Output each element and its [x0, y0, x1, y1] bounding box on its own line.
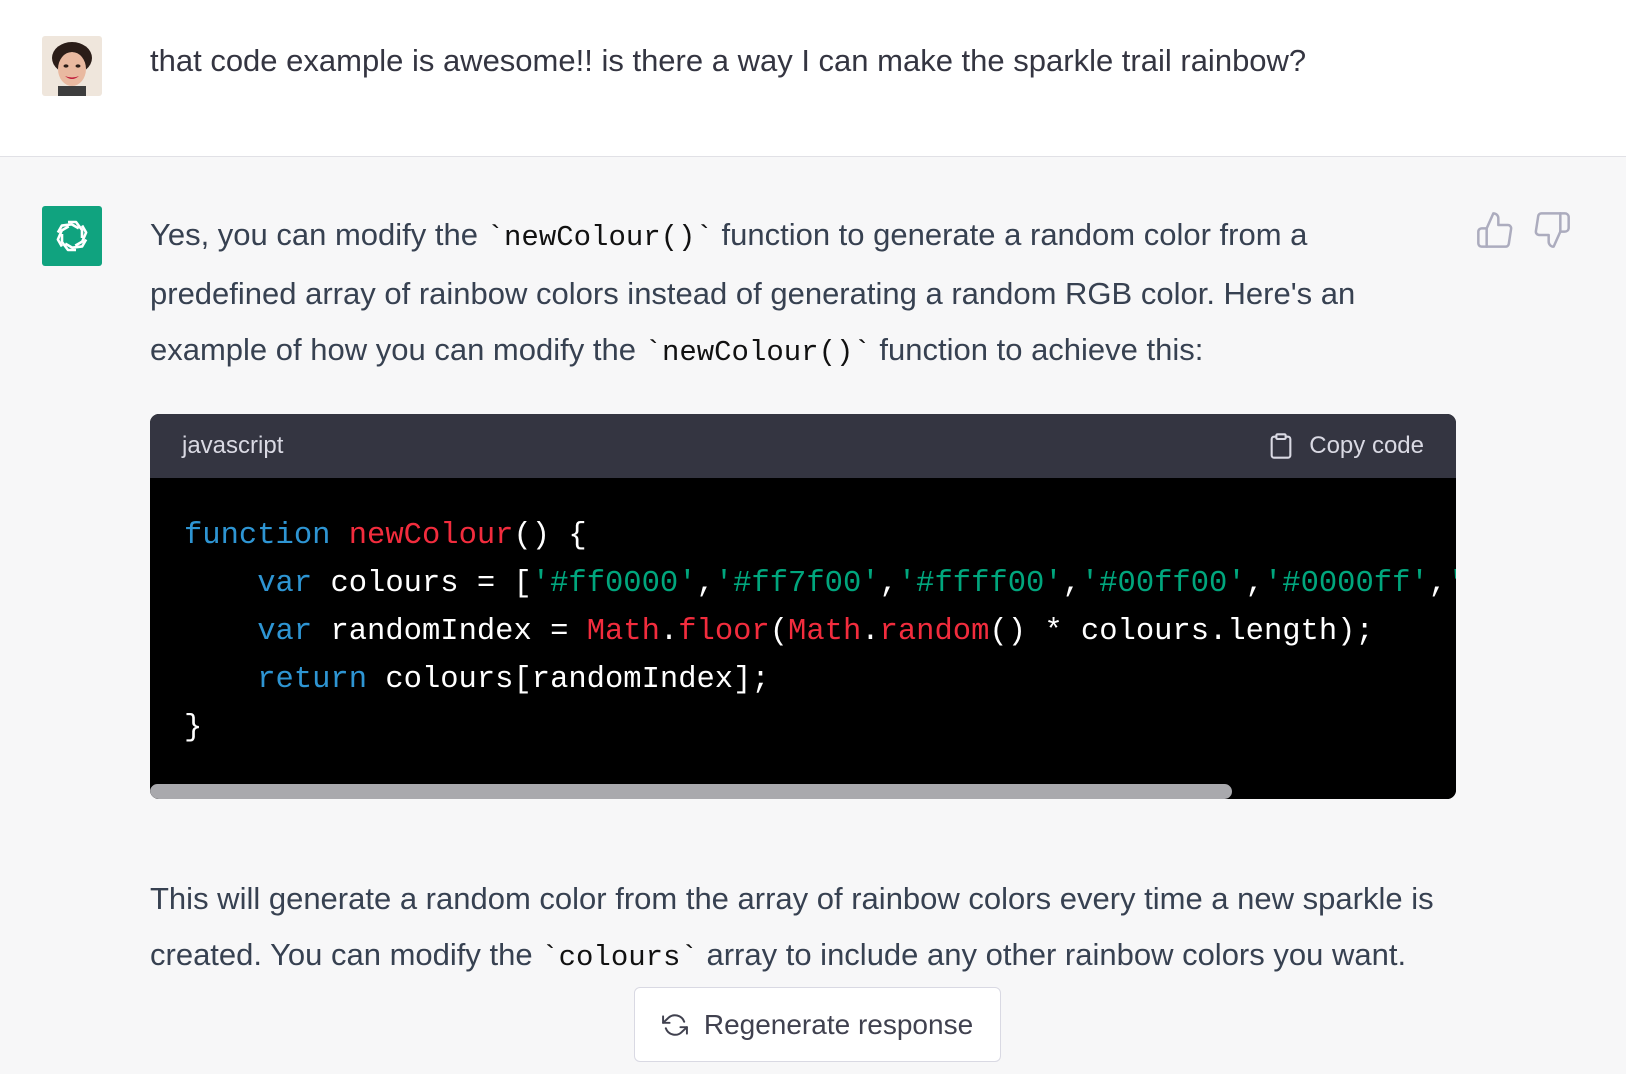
- code-token: Math: [788, 615, 862, 649]
- code-token: ,: [1245, 567, 1264, 601]
- code-token: }: [184, 711, 203, 745]
- code-token: '#4b0082': [1447, 567, 1456, 601]
- user-message: that code example is awesome!! is there …: [0, 0, 1626, 157]
- code-token: newColour: [348, 519, 514, 553]
- copy-code-label: Copy code: [1309, 432, 1424, 459]
- code-line-2: var colours = ['#ff0000','#ff7f00','#fff…: [184, 567, 1456, 601]
- code-line-5: }: [184, 711, 202, 745]
- code-token: function: [184, 519, 331, 553]
- user-avatar: [42, 36, 102, 96]
- code-token: '#ffff00': [897, 567, 1063, 601]
- regenerate-response-button[interactable]: Regenerate response: [634, 987, 1001, 1062]
- assistant-intro: Yes, you can modify the `newColour()` fu…: [150, 207, 1450, 381]
- openai-logo-icon: [56, 220, 88, 252]
- thumbs-down-button[interactable]: [1532, 210, 1572, 250]
- code-token: '#0000ff': [1263, 567, 1429, 601]
- inline-code-newcolour-2: `newColour()`: [644, 336, 871, 369]
- code-token: Math: [586, 615, 660, 649]
- code-token: ,: [1428, 567, 1448, 601]
- thumbs-down-icon: [1534, 212, 1570, 248]
- code-token: var: [257, 567, 313, 601]
- code-token: .: [659, 615, 679, 649]
- intro-text-1: Yes, you can modify the: [150, 217, 487, 252]
- code-token: randomIndex =: [312, 615, 587, 649]
- outro-text-2: array to include any other rainbow color…: [697, 937, 1407, 972]
- code-token: '#ff0000': [531, 567, 697, 601]
- code-line-4: return colours[randomIndex];: [184, 663, 770, 697]
- code-token: .: [861, 615, 880, 649]
- code-language-label: javascript: [182, 432, 284, 459]
- copy-code-button[interactable]: Copy code: [1267, 431, 1424, 461]
- code-token: ,: [1062, 567, 1081, 601]
- code-scrollbar[interactable]: [150, 784, 1456, 799]
- thumbs-up-icon: [1477, 212, 1513, 248]
- code-token: return: [257, 663, 368, 697]
- code-line-1: function newColour() {: [184, 519, 587, 553]
- code-area: function newColour() { var colours = ['#…: [150, 478, 1456, 799]
- thumbs-up-button[interactable]: [1475, 210, 1515, 250]
- code-block: javascript Copy code function newColour(…: [150, 414, 1456, 799]
- code-scrollbar-thumb[interactable]: [150, 784, 1232, 799]
- code-token: random: [879, 615, 990, 649]
- code-token: '#ff7f00': [714, 567, 880, 601]
- code-token: (: [769, 615, 789, 649]
- code-line-3: var randomIndex = Math.floor(Math.random…: [184, 615, 1374, 649]
- clipboard-icon: [1270, 433, 1292, 459]
- code-token: colours[randomIndex];: [367, 663, 770, 697]
- chat-page: that code example is awesome!! is there …: [0, 0, 1626, 1074]
- code-token: () {: [513, 519, 587, 553]
- assistant-avatar: [42, 206, 102, 266]
- code-block-header: javascript Copy code: [150, 414, 1456, 478]
- assistant-outro: This will generate a random color from t…: [150, 871, 1450, 986]
- code-token: '#00ff00': [1080, 567, 1246, 601]
- code-token: floor: [678, 615, 770, 649]
- intro-text-3: function to achieve this:: [870, 332, 1204, 367]
- code-token: ,: [696, 567, 715, 601]
- code-token: var: [257, 615, 313, 649]
- regenerate-label: Regenerate response: [703, 1008, 974, 1040]
- refresh-icon: [661, 1013, 688, 1036]
- inline-code-colours: `colours`: [541, 941, 698, 974]
- inline-code-newcolour: `newColour()`: [486, 221, 713, 254]
- code-token: ,: [879, 567, 898, 601]
- code-token: () * colours.length);: [989, 615, 1374, 649]
- user-message-text: that code example is awesome!! is there …: [150, 43, 1307, 78]
- code-token: colours = [: [312, 567, 532, 601]
- code-content: function newColour() { var colours = ['#…: [184, 512, 1456, 752]
